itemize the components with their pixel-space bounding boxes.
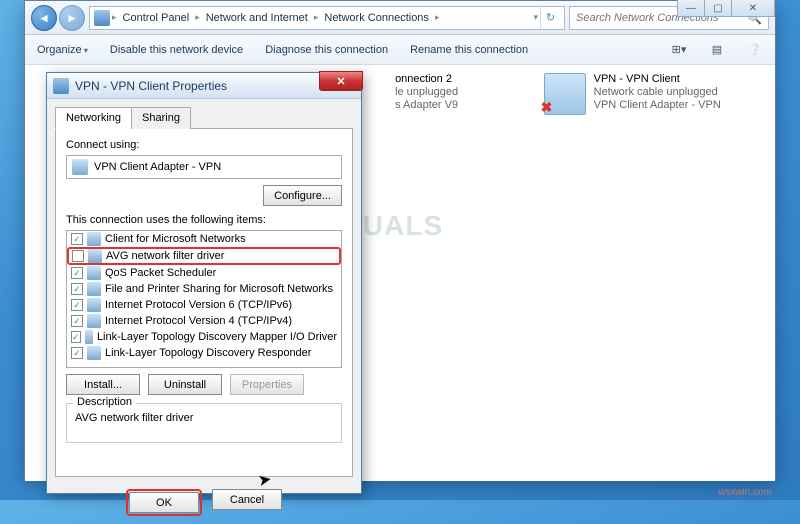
- description-text: AVG network filter driver: [75, 412, 333, 424]
- network-icon: [94, 10, 110, 26]
- component-icon: [87, 298, 101, 312]
- component-icon: [87, 232, 101, 246]
- list-item-label: Link-Layer Topology Discovery Responder: [105, 347, 311, 359]
- component-icon: [87, 346, 101, 360]
- close-button[interactable]: ✕: [731, 0, 775, 17]
- help-icon[interactable]: ❔: [745, 40, 765, 60]
- window-controls: — ▢ ✕: [678, 0, 775, 17]
- list-item[interactable]: QoS Packet Scheduler: [67, 265, 341, 281]
- checkbox[interactable]: [71, 347, 83, 359]
- tab-panel-networking: Connect using: VPN Client Adapter - VPN …: [55, 129, 353, 477]
- list-item-label: QoS Packet Scheduler: [105, 267, 216, 279]
- watermark-text: wsxwin.com: [718, 487, 772, 498]
- rename-button[interactable]: Rename this connection: [408, 40, 530, 60]
- install-button[interactable]: Install...: [66, 374, 140, 395]
- connection-status: le unplugged: [395, 86, 458, 98]
- tab-strip: Networking Sharing: [55, 107, 353, 129]
- chevron-right-icon: ▸: [314, 12, 319, 23]
- breadcrumb[interactable]: ▸ Control Panel ▸ Network and Internet ▸…: [89, 6, 565, 30]
- ok-button[interactable]: OK: [129, 492, 199, 513]
- dialog-footer: OK Cancel: [47, 483, 361, 524]
- list-item[interactable]: Link-Layer Topology Discovery Responder: [67, 345, 341, 361]
- list-item[interactable]: Internet Protocol Version 6 (TCP/IPv6): [67, 297, 341, 313]
- adapter-field: VPN Client Adapter - VPN: [66, 155, 342, 179]
- list-item-label: Internet Protocol Version 4 (TCP/IPv4): [105, 315, 292, 327]
- dialog-icon: [53, 78, 69, 94]
- checkbox[interactable]: [71, 331, 81, 343]
- organize-menu[interactable]: Organize: [35, 40, 90, 60]
- properties-button[interactable]: Properties: [230, 374, 304, 395]
- chevron-right-icon: ▸: [435, 12, 440, 23]
- list-item-label: File and Printer Sharing for Microsoft N…: [105, 283, 333, 295]
- chevron-right-icon: ▸: [195, 12, 200, 23]
- list-item[interactable]: Link-Layer Topology Discovery Mapper I/O…: [67, 329, 341, 345]
- connection-adapter: VPN Client Adapter - VPN: [594, 99, 721, 111]
- items-label: This connection uses the following items…: [66, 214, 342, 226]
- dialog-title: VPN - VPN Client Properties: [75, 79, 227, 93]
- connection-item-vpn[interactable]: VPN - VPN Client Network cable unplugged…: [544, 73, 761, 473]
- description-label: Description: [73, 396, 136, 408]
- connect-using-label: Connect using:: [66, 139, 342, 151]
- connection-item-lan2[interactable]: onnection 2 le unplugged s Adapter V9: [395, 73, 514, 473]
- back-button[interactable]: ◄: [31, 5, 57, 31]
- component-icon: [85, 330, 93, 344]
- connection-status: Network cable unplugged: [594, 86, 721, 98]
- diagnose-button[interactable]: Diagnose this connection: [263, 40, 390, 60]
- connection-adapter: s Adapter V9: [395, 99, 458, 111]
- list-item[interactable]: AVG network filter driver: [67, 247, 341, 265]
- list-item-label: Client for Microsoft Networks: [105, 233, 246, 245]
- checkbox[interactable]: [71, 233, 83, 245]
- tab-sharing[interactable]: Sharing: [131, 107, 191, 129]
- component-icon: [87, 266, 101, 280]
- view-menu-icon[interactable]: ⊞▾: [669, 40, 689, 60]
- component-icon: [87, 282, 101, 296]
- checkbox[interactable]: [71, 299, 83, 311]
- component-icon: [88, 249, 102, 263]
- network-adapter-icon: [544, 73, 586, 115]
- command-bar: Organize Disable this network device Dia…: [25, 35, 775, 65]
- adapter-icon: [72, 159, 88, 175]
- checkbox[interactable]: [71, 315, 83, 327]
- maximize-button[interactable]: ▢: [704, 0, 732, 17]
- description-group: Description AVG network filter driver: [66, 403, 342, 443]
- breadcrumb-seg-control-panel[interactable]: Control Panel: [119, 10, 194, 26]
- uninstall-button[interactable]: Uninstall: [148, 374, 222, 395]
- chevron-down-icon[interactable]: ▾: [533, 12, 538, 23]
- checkbox[interactable]: [72, 250, 84, 262]
- list-item[interactable]: Client for Microsoft Networks: [67, 231, 341, 247]
- connection-name: onnection 2: [395, 73, 458, 85]
- items-listbox[interactable]: Client for Microsoft Networks AVG network…: [66, 230, 342, 368]
- list-item[interactable]: Internet Protocol Version 4 (TCP/IPv4): [67, 313, 341, 329]
- properties-dialog: VPN - VPN Client Properties ✕ Networking…: [46, 72, 362, 494]
- breadcrumb-seg-network-connections[interactable]: Network Connections: [320, 10, 433, 26]
- preview-pane-icon[interactable]: ▤: [707, 40, 727, 60]
- refresh-icon[interactable]: ↻: [540, 7, 560, 29]
- tab-networking[interactable]: Networking: [55, 107, 132, 129]
- address-bar: ◄ ► ▸ Control Panel ▸ Network and Intern…: [25, 1, 775, 35]
- checkbox[interactable]: [71, 283, 83, 295]
- dialog-close-button[interactable]: ✕: [319, 71, 363, 91]
- disable-device-button[interactable]: Disable this network device: [108, 40, 245, 60]
- chevron-right-icon: ▸: [112, 12, 117, 23]
- list-item-label: AVG network filter driver: [106, 250, 224, 262]
- checkbox[interactable]: [71, 267, 83, 279]
- list-item-label: Internet Protocol Version 6 (TCP/IPv6): [105, 299, 292, 311]
- dialog-titlebar[interactable]: VPN - VPN Client Properties ✕: [47, 73, 361, 99]
- adapter-name: VPN Client Adapter - VPN: [94, 161, 221, 173]
- configure-button[interactable]: Configure...: [263, 185, 342, 206]
- minimize-button[interactable]: —: [677, 0, 705, 17]
- breadcrumb-seg-network-internet[interactable]: Network and Internet: [202, 10, 312, 26]
- list-item[interactable]: File and Printer Sharing for Microsoft N…: [67, 281, 341, 297]
- component-icon: [87, 314, 101, 328]
- list-item-label: Link-Layer Topology Discovery Mapper I/O…: [97, 331, 337, 343]
- ok-highlight: OK: [126, 489, 202, 516]
- nav-buttons: ◄ ►: [31, 5, 85, 31]
- connection-name: VPN - VPN Client: [594, 73, 721, 85]
- forward-button[interactable]: ►: [59, 5, 85, 31]
